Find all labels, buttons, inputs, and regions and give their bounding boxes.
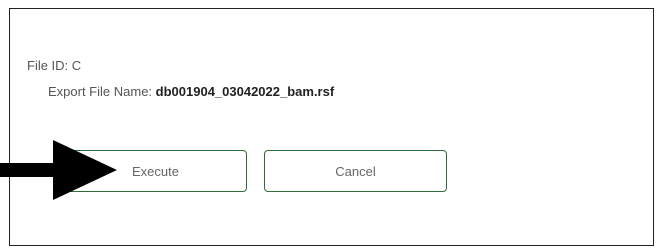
- export-dialog: [9, 8, 654, 246]
- pointer-arrow-icon: [0, 140, 117, 200]
- file-id-label: File ID: C: [27, 58, 82, 73]
- export-file-name-row: Export File Name: db001904_03042022_bam.…: [48, 84, 334, 99]
- export-file-name-label: Export File Name:: [48, 84, 156, 99]
- cancel-button[interactable]: Cancel: [264, 150, 447, 192]
- export-file-name-value: db001904_03042022_bam.rsf: [155, 84, 335, 99]
